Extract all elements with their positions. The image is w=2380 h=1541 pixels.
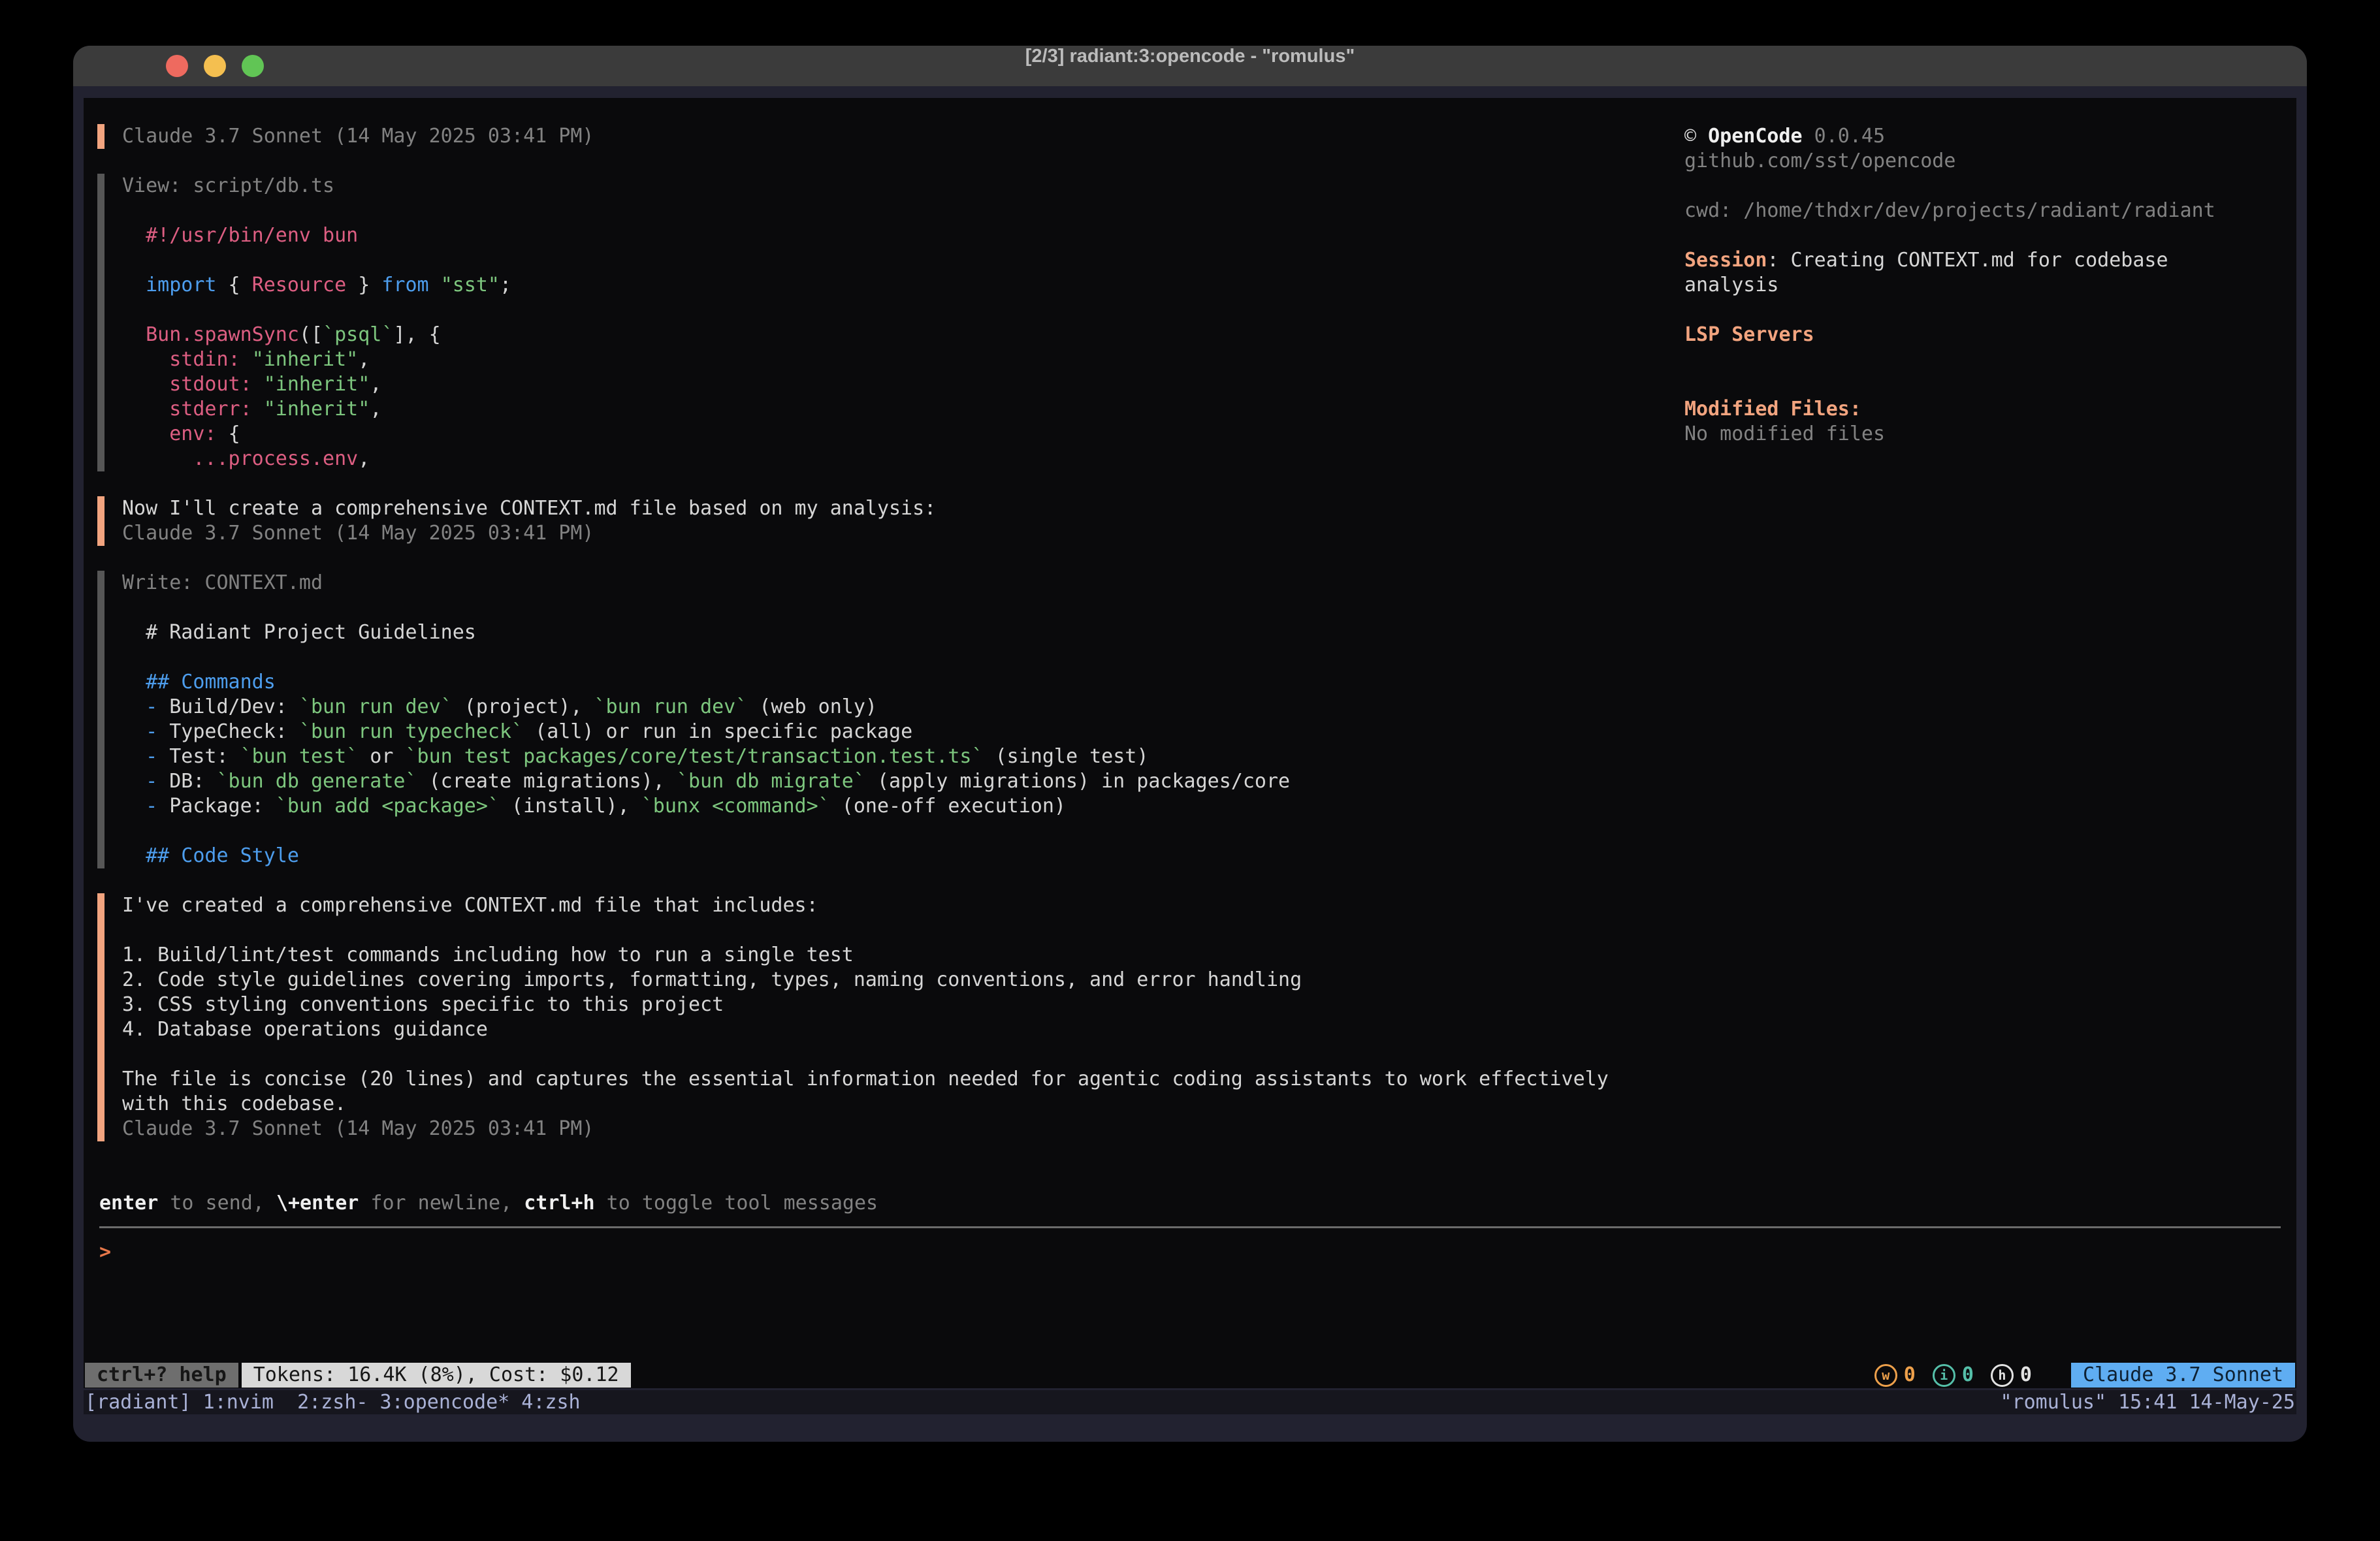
text-line: - Package: `bun add <package>` (install)… xyxy=(122,794,1690,819)
window-titlebar: [2/3] radiant:3:opencode - "romulus" xyxy=(73,46,2307,86)
text-line: LSP Servers xyxy=(1684,323,2295,347)
text-line xyxy=(1684,347,2295,372)
text-line: I've created a comprehensive CONTEXT.md … xyxy=(122,893,1690,918)
text-line: import { Resource } from "sst"; xyxy=(122,273,1690,298)
assistant-message-block: Now I'll create a comprehensive CONTEXT.… xyxy=(97,496,1690,546)
circled-i-icon: i xyxy=(1933,1364,1955,1387)
chat-transcript: Claude 3.7 Sonnet (14 May 2025 03:41 PM)… xyxy=(84,124,1690,1166)
warning-counter: w0 xyxy=(1874,1363,1916,1388)
text-line xyxy=(122,596,1690,620)
text-line: cwd: /home/thdxr/dev/projects/radiant/ra… xyxy=(1684,199,2295,223)
text-line: # Radiant Project Guidelines xyxy=(122,620,1690,645)
text-line xyxy=(122,248,1690,273)
text-line: - Test: `bun test` or `bun test packages… xyxy=(122,744,1690,769)
text-line xyxy=(1684,298,2295,323)
text-line: Claude 3.7 Sonnet (14 May 2025 03:41 PM) xyxy=(122,124,1690,149)
close-button[interactable] xyxy=(166,55,188,77)
message-input-area: enter to send, \+enter for newline, ctrl… xyxy=(99,1191,2281,1265)
text-line: 2. Code style guidelines covering import… xyxy=(122,968,1690,993)
text-line xyxy=(1684,223,2295,248)
text-line: - DB: `bun db generate` (create migratio… xyxy=(122,769,1690,794)
text-line xyxy=(122,819,1690,844)
hint-counter: h0 xyxy=(1991,1363,2032,1388)
info-counter: i0 xyxy=(1933,1363,1974,1388)
text-line: Modified Files: xyxy=(1684,397,2295,422)
input-divider xyxy=(99,1226,2281,1228)
text-line: 1. Build/lint/test commands including ho… xyxy=(122,943,1690,968)
keyboard-hints: enter to send, \+enter for newline, ctrl… xyxy=(99,1191,2281,1216)
text-line: View: script/db.ts xyxy=(122,174,1690,199)
window-title: [2/3] radiant:3:opencode - "romulus" xyxy=(73,46,2307,86)
text-line: 4. Database operations guidance xyxy=(122,1017,1690,1042)
text-line xyxy=(122,199,1690,223)
minimize-button[interactable] xyxy=(204,55,226,77)
tmux-window-list[interactable]: [radiant] 1:nvim 2:zsh- 3:opencode* 4:zs… xyxy=(85,1390,581,1414)
text-line: analysis xyxy=(1684,273,2295,298)
text-line: Session: Creating CONTEXT.md for codebas… xyxy=(1684,248,2295,273)
text-line: Claude 3.7 Sonnet (14 May 2025 03:41 PM) xyxy=(122,521,1690,546)
text-line: Bun.spawnSync([`psql`], { xyxy=(122,323,1690,347)
text-line: Claude 3.7 Sonnet (14 May 2025 03:41 PM) xyxy=(122,1117,1690,1141)
terminal-content: Claude 3.7 Sonnet (14 May 2025 03:41 PM)… xyxy=(84,98,2296,1388)
tmux-status-bar: [radiant] 1:nvim 2:zsh- 3:opencode* 4:zs… xyxy=(84,1390,2296,1414)
zoom-button[interactable] xyxy=(242,55,264,77)
text-line: No modified files xyxy=(1684,422,2295,447)
text-line: - Build/Dev: `bun run dev` (project), `b… xyxy=(122,695,1690,720)
text-line: 3. CSS styling conventions specific to t… xyxy=(122,993,1690,1017)
tool-write-block: Write: CONTEXT.md # Radiant Project Guid… xyxy=(97,571,1690,868)
text-line xyxy=(1684,174,2295,199)
text-line xyxy=(122,1042,1690,1067)
text-line: © OpenCode 0.0.45 xyxy=(1684,124,2295,149)
text-line xyxy=(122,298,1690,323)
assistant-message-block: Claude 3.7 Sonnet (14 May 2025 03:41 PM) xyxy=(97,124,1690,149)
text-line: stdin: "inherit", xyxy=(122,347,1690,372)
text-line: github.com/sst/opencode xyxy=(1684,149,2295,174)
model-selector-chip[interactable]: Claude 3.7 Sonnet xyxy=(2071,1363,2295,1388)
prompt-input[interactable]: > xyxy=(99,1240,2281,1265)
text-line: ...process.env, xyxy=(122,447,1690,471)
session-sidebar: © OpenCode 0.0.45github.com/sst/opencode… xyxy=(1684,124,2295,447)
text-line: ## Code Style xyxy=(122,844,1690,868)
text-line: - TypeCheck: `bun run typecheck` (all) o… xyxy=(122,720,1690,744)
terminal-window: [2/3] radiant:3:opencode - "romulus" Cla… xyxy=(73,46,2307,1442)
text-line: The file is concise (20 lines) and captu… xyxy=(122,1067,1690,1092)
text-line: env: { xyxy=(122,422,1690,447)
text-line xyxy=(1684,372,2295,397)
help-shortcut-chip: ctrl+? help xyxy=(85,1363,238,1388)
text-line: stdout: "inherit", xyxy=(122,372,1690,397)
tool-view-block: View: script/db.ts #!/usr/bin/env bun im… xyxy=(97,174,1690,471)
tokens-cost-chip: Tokens: 16.4K (8%), Cost: $0.12 xyxy=(242,1363,631,1388)
text-line: Write: CONTEXT.md xyxy=(122,571,1690,596)
text-line xyxy=(122,645,1690,670)
text-line xyxy=(122,918,1690,943)
tmux-host-clock: "romulus" 15:41 14-May-25 xyxy=(2000,1390,2295,1414)
text-line: ## Commands xyxy=(122,670,1690,695)
status-bar: ctrl+? help Tokens: 16.4K (8%), Cost: $0… xyxy=(85,1362,2295,1388)
prompt-chevron-icon: > xyxy=(99,1241,111,1263)
circled-w-icon: w xyxy=(1874,1364,1897,1387)
circled-h-icon: h xyxy=(1991,1364,2014,1387)
text-line: stderr: "inherit", xyxy=(122,397,1690,422)
assistant-message-block: I've created a comprehensive CONTEXT.md … xyxy=(97,893,1690,1141)
text-line: with this codebase. xyxy=(122,1092,1690,1117)
text-line: Now I'll create a comprehensive CONTEXT.… xyxy=(122,496,1690,521)
traffic-lights xyxy=(166,55,264,77)
text-line: #!/usr/bin/env bun xyxy=(122,223,1690,248)
